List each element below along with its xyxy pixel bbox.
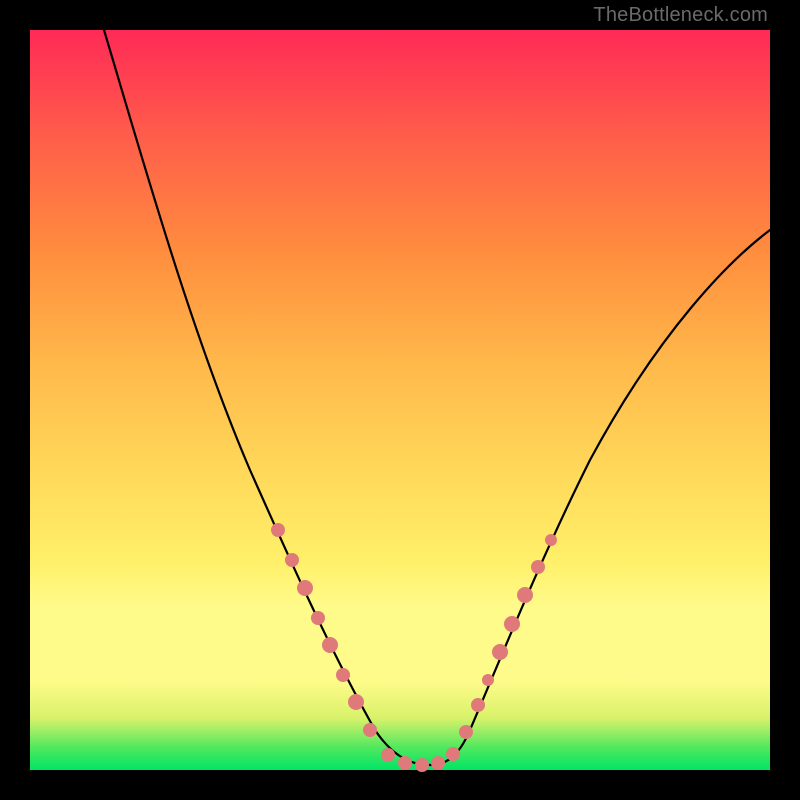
plot-area: [30, 30, 770, 770]
beads-right: [459, 534, 557, 739]
watermark-text: TheBottleneck.com: [593, 4, 768, 27]
curve-svg: [30, 30, 770, 770]
bottleneck-curve: [104, 30, 770, 765]
chart-frame: TheBottleneck.com: [0, 0, 800, 800]
